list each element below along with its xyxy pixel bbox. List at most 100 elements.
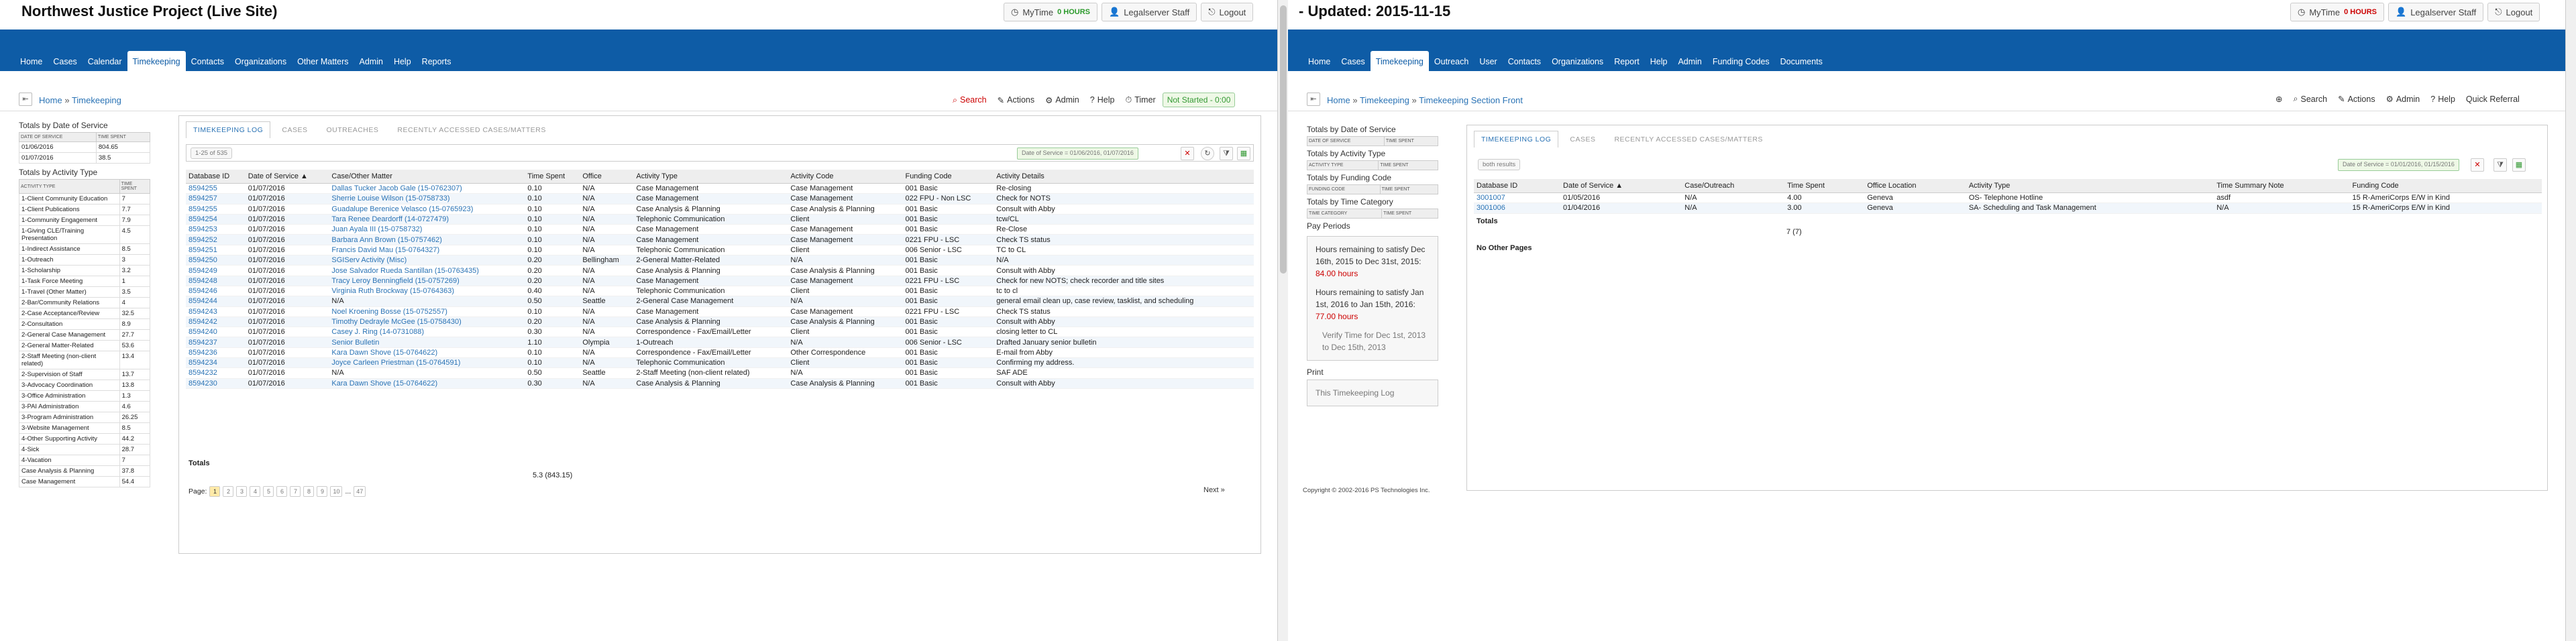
nav-reports[interactable]: Reports xyxy=(417,51,457,72)
record-link[interactable]: 8594257 xyxy=(189,194,217,202)
table-row[interactable]: 8594249 01/07/2016 Jose Salvador Rueda San… xyxy=(186,265,1254,276)
tab-recently-accessed-cases-matters[interactable]: RECENTLY ACCESSED CASES/MATTERS xyxy=(390,121,553,138)
verify-time-link[interactable]: Verify Time for Dec 1st, 2013 to Dec 15t… xyxy=(1316,329,1430,353)
column-header[interactable]: Database ID xyxy=(186,170,246,184)
record-link[interactable]: 8594251 xyxy=(189,246,217,254)
record-link[interactable]: 8594255 xyxy=(189,205,217,213)
mytime-button[interactable]: ◷ MyTime 0 HOURS xyxy=(2290,3,2384,21)
table-row[interactable]: 8594240 01/07/2016 Casey J. Ring (14-07310… xyxy=(186,327,1254,338)
breadcrumb-timekeeping[interactable]: Timekeeping xyxy=(1360,95,1409,105)
logout-button[interactable]: ⎋ Logout xyxy=(2487,3,2540,21)
column-header[interactable]: Funding Code xyxy=(902,170,994,184)
table-row[interactable]: 8594237 01/07/2016 Senior Bulletin 1.10 Olym… xyxy=(186,337,1254,348)
clear-filter-icon[interactable]: ✕ xyxy=(2471,158,2484,172)
record-link[interactable]: Noel Kroening Bosse (15-0752557) xyxy=(331,308,447,316)
table-row[interactable]: 8594242 01/07/2016 Timothy Dedrayle McGee … xyxy=(186,316,1254,328)
record-link[interactable]: 8594237 xyxy=(189,339,217,347)
scroll-thumb[interactable] xyxy=(1280,5,1287,274)
page-9[interactable]: 9 xyxy=(317,486,328,497)
tab-outreaches[interactable]: OUTREACHES xyxy=(319,121,386,138)
record-link[interactable]: 8594255 xyxy=(189,184,217,192)
record-link[interactable]: 8594243 xyxy=(189,308,217,316)
record-link[interactable]: Juan Ayala III (15-0758732) xyxy=(331,225,422,233)
breadcrumb-home[interactable]: Home xyxy=(39,95,62,105)
nav-help[interactable]: Help xyxy=(388,51,417,72)
export-icon[interactable]: ▦ xyxy=(2512,158,2526,172)
table-row[interactable]: 8594250 01/07/2016 SGIServ Activity (Misc)… xyxy=(186,255,1254,266)
table-row[interactable]: 8594248 01/07/2016 Tracy Leroy Benningfiel… xyxy=(186,276,1254,286)
column-header[interactable]: Database ID xyxy=(1474,179,1561,193)
admin-menu[interactable]: ⚙ Admin xyxy=(1041,94,1083,107)
table-row[interactable]: 8594253 01/07/2016 Juan Ayala III (15-0758… xyxy=(186,224,1254,235)
date-filter-badge[interactable]: Date of Service = 01/06/2016, 01/07/2016 xyxy=(1017,148,1138,160)
tab-cases[interactable]: CASES xyxy=(274,121,315,138)
column-header[interactable]: Activity Details xyxy=(994,170,1254,184)
record-link[interactable]: Tracy Leroy Benningfield (15-0757269) xyxy=(331,277,459,285)
print-log-link[interactable]: This Timekeeping Log xyxy=(1316,388,1394,398)
table-row[interactable]: 8594232 01/07/2016 N/A 0.50 Seattle 2-Staff M… xyxy=(186,367,1254,379)
nav-contacts[interactable]: Contacts xyxy=(186,51,229,72)
search-action[interactable]: ⌕ Search xyxy=(2289,93,2331,105)
table-row[interactable]: 3001007 01/05/2016 N/A 4.00 Geneva OS- Teleph… xyxy=(1474,192,2542,204)
nav-documents[interactable]: Documents xyxy=(1775,51,1828,72)
nav-home[interactable]: Home xyxy=(15,51,48,72)
record-link[interactable]: 8594250 xyxy=(189,256,217,264)
column-header[interactable]: Office Location xyxy=(1864,179,1966,193)
help-menu[interactable]: ? Help xyxy=(2426,93,2459,105)
record-link[interactable]: 3001007 xyxy=(1477,194,1505,202)
column-header[interactable]: Office xyxy=(580,170,634,184)
record-link[interactable]: Jose Salvador Rueda Santillan (15-076343… xyxy=(331,267,479,275)
left-scrollbar[interactable] xyxy=(1277,0,1288,641)
table-row[interactable]: 8594246 01/07/2016 Virginia Ruth Brockway … xyxy=(186,286,1254,297)
record-link[interactable]: 8594242 xyxy=(189,318,217,326)
next-page-link[interactable]: Next » xyxy=(1203,486,1225,494)
column-header[interactable]: Time Spent xyxy=(1784,179,1865,193)
filter-icon[interactable]: ⧩ xyxy=(1220,147,1233,160)
page-2[interactable]: 2 xyxy=(223,486,234,497)
table-row[interactable]: 8594236 01/07/2016 Kara Dawn Shove (15-076… xyxy=(186,347,1254,359)
record-link[interactable]: 8594254 xyxy=(189,215,217,223)
column-header[interactable]: Activity Code xyxy=(788,170,903,184)
help-menu[interactable]: ? Help xyxy=(1086,94,1119,106)
add-icon[interactable]: ⊕ xyxy=(2271,93,2286,105)
actions-menu[interactable]: ✎ Actions xyxy=(994,94,1038,107)
column-header[interactable]: Time Summary Note xyxy=(2214,179,2350,193)
table-row[interactable]: 3001006 01/04/2016 N/A 3.00 Geneva SA- Schedu… xyxy=(1474,202,2542,214)
tab-cases[interactable]: CASES xyxy=(1562,131,1603,148)
timer-button[interactable]: ⏱ Timer xyxy=(1121,94,1159,107)
logout-button[interactable]: ⎋ Logout xyxy=(1201,3,1254,21)
user-button[interactable]: 👤 Legalserver Staff xyxy=(1102,3,1197,21)
page-5[interactable]: 5 xyxy=(263,486,274,497)
table-row[interactable]: 8594244 01/07/2016 N/A 0.50 Seattle 2-General… xyxy=(186,296,1254,307)
record-link[interactable]: Tara Renee Deardorff (14-0727479) xyxy=(331,215,449,223)
nav-organizations[interactable]: Organizations xyxy=(1546,51,1609,72)
nav-funding-codes[interactable]: Funding Codes xyxy=(1707,51,1775,72)
table-row[interactable]: 8594251 01/07/2016 Francis David Mau (15-0… xyxy=(186,245,1254,256)
table-row[interactable]: 8594252 01/07/2016 Barbara Ann Brown (15-0… xyxy=(186,234,1254,245)
nav-timekeeping[interactable]: Timekeeping xyxy=(127,51,186,72)
record-link[interactable]: 8594232 xyxy=(189,369,217,377)
clear-filter-icon[interactable]: ✕ xyxy=(1181,147,1194,160)
nav-user[interactable]: User xyxy=(1474,51,1502,72)
column-header[interactable]: Case/Outreach xyxy=(1682,179,1785,193)
column-header[interactable]: Activity Type xyxy=(633,170,788,184)
column-header[interactable]: Activity Type xyxy=(1966,179,2214,193)
search-action[interactable]: ⌕ Search xyxy=(949,94,991,107)
nav-organizations[interactable]: Organizations xyxy=(229,51,292,72)
table-row[interactable]: 8594255 01/07/2016 Guadalupe Berenice Vela… xyxy=(186,204,1254,215)
record-link[interactable]: Kara Dawn Shove (15-0764622) xyxy=(331,349,437,357)
record-link[interactable]: Sherrie Louise Wilson (15-0758733) xyxy=(331,194,449,202)
record-link[interactable]: 8594234 xyxy=(189,359,217,367)
actions-menu[interactable]: ✎ Actions xyxy=(2334,93,2379,105)
page-4[interactable]: 4 xyxy=(250,486,261,497)
mytime-button[interactable]: ◷ MyTime 0 HOURS xyxy=(1004,3,1097,21)
page-10[interactable]: 10 xyxy=(330,486,343,497)
record-link[interactable]: SGIServ Activity (Misc) xyxy=(331,256,407,264)
date-filter-badge[interactable]: Date of Service = 01/01/2016, 01/15/2016 xyxy=(2338,159,2459,171)
record-link[interactable]: 8594240 xyxy=(189,328,217,336)
record-link[interactable]: 8594248 xyxy=(189,277,217,285)
page-6[interactable]: 6 xyxy=(276,486,288,497)
table-row[interactable]: 8594255 01/07/2016 Dallas Tucker Jacob Gal… xyxy=(186,183,1254,194)
tab-timekeeping-log[interactable]: TIMEKEEPING LOG xyxy=(1474,131,1559,148)
nav-outreach[interactable]: Outreach xyxy=(1429,51,1474,72)
